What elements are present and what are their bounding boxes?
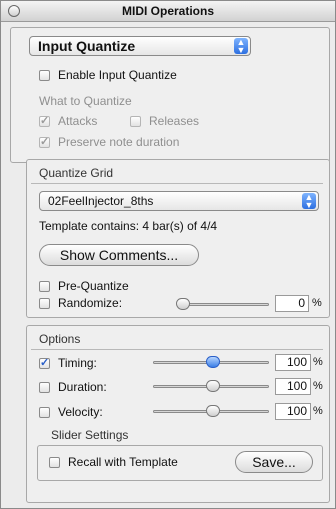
enable-input-quantize-checkbox[interactable]	[39, 70, 50, 81]
duration-value-field[interactable]: 100	[275, 378, 311, 395]
midi-operations-window: MIDI Operations Input Quantize ▲ ▼ Enable…	[0, 0, 336, 509]
randomize-slider-thumb[interactable]	[176, 298, 190, 310]
randomize-label: Randomize:	[58, 296, 123, 310]
updown-arrows-icon: ▲ ▼	[234, 38, 248, 55]
releases-label: Releases	[149, 114, 200, 128]
check-icon: ✓	[40, 115, 50, 127]
title-bar: MIDI Operations	[1, 1, 335, 22]
recall-with-template-checkbox[interactable]	[49, 457, 60, 468]
attacks-label: Attacks	[58, 114, 98, 128]
randomize-checkbox[interactable]	[39, 298, 50, 309]
operation-popup-value: Input Quantize	[38, 38, 136, 54]
randomize-value-field[interactable]: 0	[275, 295, 309, 312]
preserve-note-duration-label: Preserve note duration	[58, 135, 180, 149]
pre-quantize-checkbox[interactable]	[39, 281, 50, 292]
slider-settings-header: Slider Settings	[51, 428, 129, 442]
what-to-quantize-header: What to Quantize	[39, 94, 132, 108]
duration-slider-thumb[interactable]	[206, 380, 220, 392]
duration-label: Duration:	[58, 380, 107, 394]
updown-arrows-icon: ▲ ▼	[302, 193, 316, 210]
attacks-checkbox[interactable]: ✓	[39, 116, 50, 127]
check-icon: ✓	[40, 357, 50, 369]
operation-popup[interactable]: Input Quantize ▲ ▼	[29, 36, 251, 56]
quantize-grid-header: Quantize Grid	[39, 166, 114, 180]
velocity-value-field[interactable]: 100	[275, 403, 311, 420]
template-popup-value: 02FeelInjector_8ths	[48, 194, 154, 208]
timing-checkbox[interactable]: ✓	[39, 358, 50, 369]
velocity-checkbox[interactable]	[39, 407, 50, 418]
timing-value-field[interactable]: 100	[275, 354, 311, 371]
duration-checkbox[interactable]	[39, 382, 50, 393]
velocity-label: Velocity:	[58, 405, 103, 419]
check-icon: ✓	[40, 136, 50, 148]
save-button[interactable]: Save...	[235, 451, 313, 473]
enable-input-quantize-label: Enable Input Quantize	[58, 68, 177, 82]
preserve-note-duration-checkbox[interactable]: ✓	[39, 137, 50, 148]
options-separator	[31, 349, 323, 350]
recall-with-template-label: Recall with Template	[68, 455, 178, 469]
quantize-grid-separator	[31, 183, 323, 184]
timing-slider-thumb[interactable]	[206, 356, 220, 368]
pre-quantize-label: Pre-Quantize	[58, 279, 129, 293]
timing-label: Timing:	[58, 356, 97, 370]
randomize-unit: %	[312, 297, 322, 309]
duration-unit: %	[313, 380, 323, 392]
window-title: MIDI Operations	[121, 4, 214, 18]
releases-checkbox[interactable]	[130, 116, 141, 127]
template-info-text: Template contains: 4 bar(s) of 4/4	[39, 219, 218, 233]
velocity-unit: %	[313, 405, 323, 417]
template-popup[interactable]: 02FeelInjector_8ths ▲ ▼	[39, 191, 319, 211]
options-header: Options	[39, 332, 81, 346]
velocity-slider-thumb[interactable]	[206, 405, 220, 417]
timing-unit: %	[313, 356, 323, 368]
randomize-slider[interactable]	[177, 303, 269, 306]
show-comments-button[interactable]: Show Comments...	[39, 244, 199, 266]
